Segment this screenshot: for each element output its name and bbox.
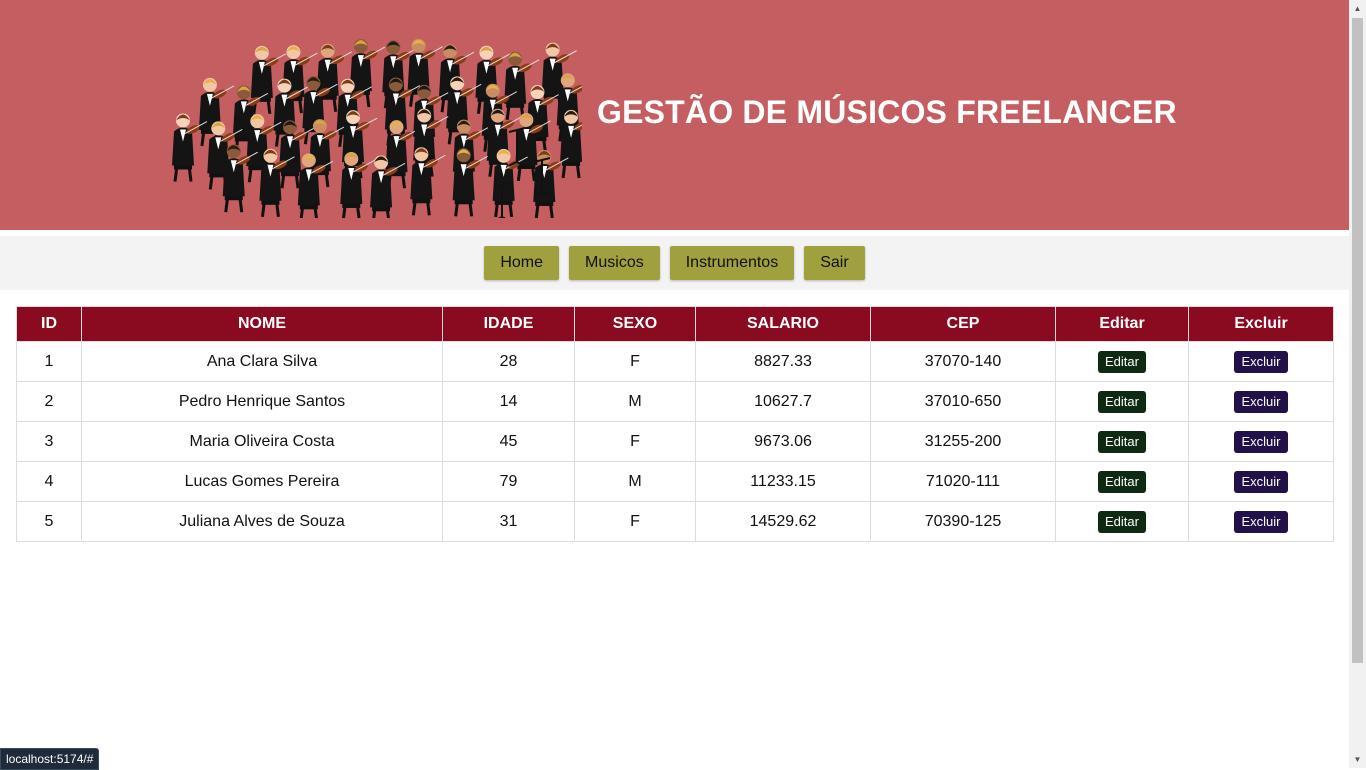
delete-button[interactable]: Excluir — [1234, 430, 1288, 453]
scrollbar-thumb[interactable] — [1352, 18, 1363, 663]
column-header-excluir: Excluir — [1188, 306, 1334, 342]
cell-idade: 28 — [442, 341, 575, 382]
table-row: 4 Lucas Gomes Pereira 79 M 11233.15 7102… — [16, 461, 1334, 502]
cell-salario: 11233.15 — [695, 461, 871, 502]
cell-delete: Excluir — [1188, 341, 1334, 382]
nav-bar: Home Musicos Instrumentos Sair — [0, 236, 1349, 290]
cell-edit: Editar — [1055, 501, 1189, 542]
edit-button[interactable]: Editar — [1098, 430, 1146, 453]
edit-button[interactable]: Editar — [1098, 390, 1146, 413]
vertical-scrollbar[interactable]: ▲ ▼ — [1349, 0, 1366, 768]
cell-sexo: M — [574, 461, 696, 502]
cell-id: 5 — [16, 501, 82, 542]
cell-idade: 14 — [442, 381, 575, 422]
cell-cep: 37010-650 — [870, 381, 1056, 422]
nav-button-sair[interactable]: Sair — [804, 246, 865, 280]
column-header-id: ID — [16, 306, 82, 342]
scroll-up-arrow-icon[interactable]: ▲ — [1349, 0, 1366, 17]
cell-cep: 37070-140 — [870, 341, 1056, 382]
cell-delete: Excluir — [1188, 381, 1334, 422]
column-header-salario: SALARIO — [695, 306, 871, 342]
cell-salario: 8827.33 — [695, 341, 871, 382]
nav-button-instrumentos[interactable]: Instrumentos — [669, 246, 795, 280]
column-header-editar: Editar — [1055, 306, 1189, 342]
musicians-table-container: ID NOME IDADE SEXO SALARIO CEP Editar Ex… — [16, 306, 1334, 542]
cell-nome: Pedro Henrique Santos — [81, 381, 443, 422]
cell-delete: Excluir — [1188, 421, 1334, 462]
cell-delete: Excluir — [1188, 501, 1334, 542]
table-row: 2 Pedro Henrique Santos 14 M 10627.7 370… — [16, 381, 1334, 422]
cell-nome: Ana Clara Silva — [81, 341, 443, 382]
cell-nome: Lucas Gomes Pereira — [81, 461, 443, 502]
delete-button[interactable]: Excluir — [1234, 510, 1288, 533]
cell-edit: Editar — [1055, 461, 1189, 502]
cell-id: 2 — [16, 381, 82, 422]
cell-idade: 79 — [442, 461, 575, 502]
status-bar-url: localhost:5174/# — [0, 748, 100, 770]
column-header-idade: IDADE — [442, 306, 575, 342]
cell-sexo: F — [574, 421, 696, 462]
cell-cep: 70390-125 — [870, 501, 1056, 542]
cell-salario: 14529.62 — [695, 501, 871, 542]
cell-salario: 9673.06 — [695, 421, 871, 462]
header-banner: GESTÃO DE MÚSICOS FREELANCER — [0, 0, 1349, 230]
cell-id: 4 — [16, 461, 82, 502]
nav-button-musicos[interactable]: Musicos — [569, 246, 660, 280]
table-header-row: ID NOME IDADE SEXO SALARIO CEP Editar Ex… — [16, 306, 1334, 342]
cell-sexo: F — [574, 341, 696, 382]
cell-sexo: M — [574, 381, 696, 422]
edit-button[interactable]: Editar — [1098, 510, 1146, 533]
cell-cep: 31255-200 — [870, 421, 1056, 462]
cell-id: 3 — [16, 421, 82, 462]
nav-button-home[interactable]: Home — [484, 246, 560, 280]
page: GESTÃO DE MÚSICOS FREELANCER Home Musico… — [0, 0, 1349, 768]
table-row: 1 Ana Clara Silva 28 F 8827.33 37070-140… — [16, 341, 1334, 382]
orchestra-illustration-icon — [172, 38, 582, 218]
cell-nome: Maria Oliveira Costa — [81, 421, 443, 462]
cell-salario: 10627.7 — [695, 381, 871, 422]
table-row: 3 Maria Oliveira Costa 45 F 9673.06 3125… — [16, 421, 1334, 462]
cell-edit: Editar — [1055, 421, 1189, 462]
cell-edit: Editar — [1055, 341, 1189, 382]
cell-sexo: F — [574, 501, 696, 542]
edit-button[interactable]: Editar — [1098, 470, 1146, 493]
cell-id: 1 — [16, 341, 82, 382]
cell-cep: 71020-111 — [870, 461, 1056, 502]
cell-idade: 45 — [442, 421, 575, 462]
column-header-sexo: SEXO — [574, 306, 696, 342]
edit-button[interactable]: Editar — [1098, 350, 1146, 373]
cell-edit: Editar — [1055, 381, 1189, 422]
page-title: GESTÃO DE MÚSICOS FREELANCER — [597, 94, 1177, 130]
cell-nome: Juliana Alves de Souza — [81, 501, 443, 542]
table-row: 5 Juliana Alves de Souza 31 F 14529.62 7… — [16, 501, 1334, 542]
cell-delete: Excluir — [1188, 461, 1334, 502]
delete-button[interactable]: Excluir — [1234, 390, 1288, 413]
delete-button[interactable]: Excluir — [1234, 350, 1288, 373]
column-header-cep: CEP — [870, 306, 1056, 342]
cell-idade: 31 — [442, 501, 575, 542]
musicians-table: ID NOME IDADE SEXO SALARIO CEP Editar Ex… — [16, 306, 1334, 542]
scroll-down-arrow-icon[interactable]: ▼ — [1349, 751, 1366, 768]
delete-button[interactable]: Excluir — [1234, 470, 1288, 493]
column-header-nome: NOME — [81, 306, 443, 342]
